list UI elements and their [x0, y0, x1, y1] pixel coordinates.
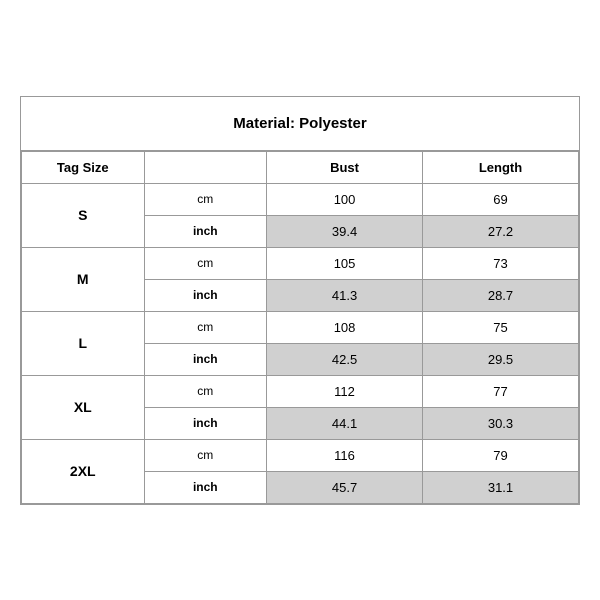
table-row: Scm10069: [22, 183, 579, 215]
length-value: 29.5: [423, 343, 579, 375]
bust-value: 42.5: [267, 343, 423, 375]
length-value: 28.7: [423, 279, 579, 311]
bust-value: 45.7: [267, 471, 423, 503]
unit-cell: cm: [144, 311, 267, 343]
tag-size-cell: L: [22, 311, 145, 375]
size-chart: Material: Polyester Tag Size Bust Length…: [20, 96, 580, 505]
bust-value: 39.4: [267, 215, 423, 247]
table-row: Mcm10573: [22, 247, 579, 279]
tag-size-cell: XL: [22, 375, 145, 439]
length-value: 69: [423, 183, 579, 215]
unit-cell: inch: [144, 407, 267, 439]
size-table: Tag Size Bust Length Scm10069inch39.427.…: [21, 151, 579, 504]
length-value: 27.2: [423, 215, 579, 247]
unit-cell: cm: [144, 247, 267, 279]
unit-cell: cm: [144, 183, 267, 215]
tag-size-cell: 2XL: [22, 439, 145, 503]
bust-value: 44.1: [267, 407, 423, 439]
header-row: Tag Size Bust Length: [22, 151, 579, 183]
unit-cell: cm: [144, 375, 267, 407]
bust-value: 108: [267, 311, 423, 343]
unit-header: [144, 151, 267, 183]
tag-size-cell: M: [22, 247, 145, 311]
unit-cell: inch: [144, 279, 267, 311]
bust-value: 116: [267, 439, 423, 471]
table-row: Lcm10875: [22, 311, 579, 343]
length-value: 31.1: [423, 471, 579, 503]
length-value: 75: [423, 311, 579, 343]
length-value: 30.3: [423, 407, 579, 439]
table-row: XLcm11277: [22, 375, 579, 407]
length-value: 79: [423, 439, 579, 471]
bust-value: 105: [267, 247, 423, 279]
unit-cell: cm: [144, 439, 267, 471]
length-value: 73: [423, 247, 579, 279]
unit-cell: inch: [144, 471, 267, 503]
bust-value: 41.3: [267, 279, 423, 311]
table-row: 2XLcm11679: [22, 439, 579, 471]
length-header: Length: [423, 151, 579, 183]
tag-size-cell: S: [22, 183, 145, 247]
unit-cell: inch: [144, 215, 267, 247]
bust-value: 100: [267, 183, 423, 215]
bust-value: 112: [267, 375, 423, 407]
unit-cell: inch: [144, 343, 267, 375]
chart-title: Material: Polyester: [21, 97, 579, 151]
bust-header: Bust: [267, 151, 423, 183]
tag-size-header: Tag Size: [22, 151, 145, 183]
length-value: 77: [423, 375, 579, 407]
